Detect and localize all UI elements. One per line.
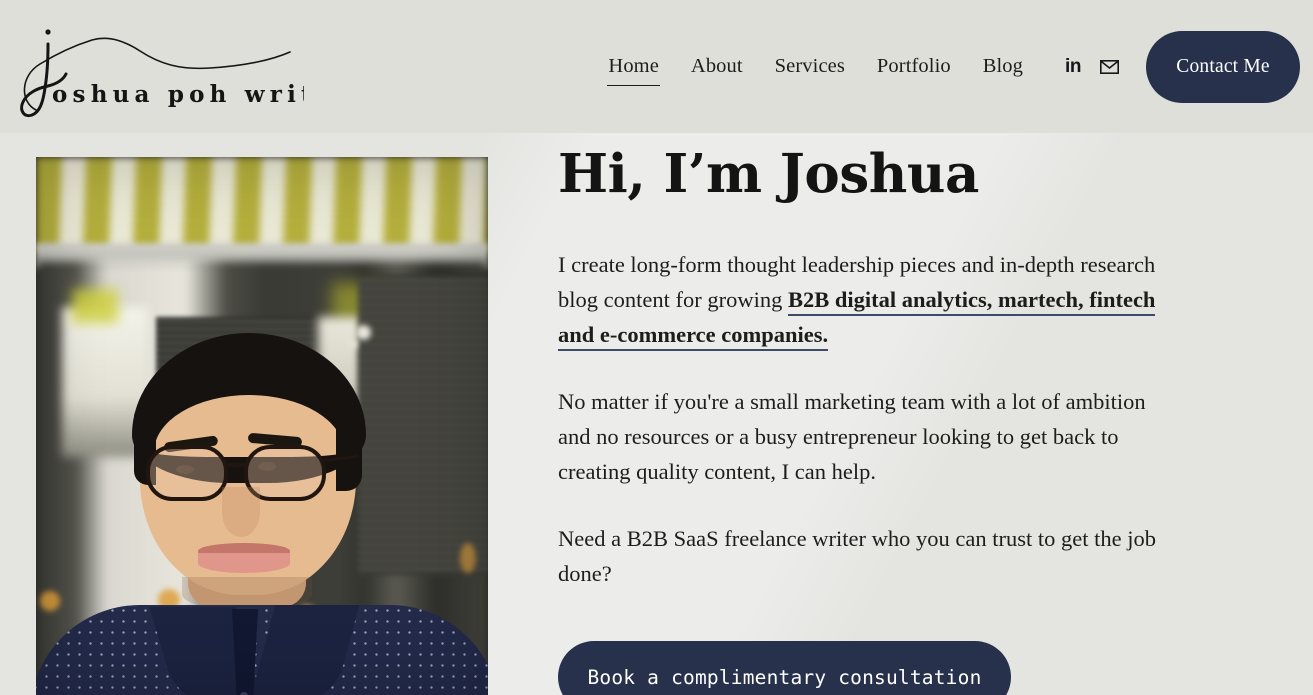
header-nav-cluster: Home About Services Portfolio Blog in Co… (592, 0, 1313, 133)
nav-item-about[interactable]: About (675, 56, 759, 77)
page-title: Hi, I’m Joshua (558, 143, 979, 205)
hero-paragraph-1: I create long-form thought leadership pi… (558, 247, 1178, 352)
email-icon[interactable] (1094, 52, 1124, 82)
social-links: in (1058, 52, 1124, 82)
portrait-scene (36, 157, 488, 695)
linkedin-glyph-text: in (1065, 56, 1081, 77)
portrait-nose (222, 487, 260, 537)
logo-wordmark-icon: oshua poh writes (14, 18, 304, 120)
photo-bokeh-light (348, 339, 358, 349)
photo-bokeh-light (460, 543, 476, 573)
hero-cta-wrap: Book a complimentary consultation (558, 641, 1198, 695)
nav-item-portfolio[interactable]: Portfolio (861, 56, 967, 77)
book-consultation-button[interactable]: Book a complimentary consultation (558, 641, 1011, 695)
linkedin-icon[interactable]: in (1058, 52, 1088, 82)
primary-nav: Home About Services Portfolio Blog (592, 56, 1039, 86)
hero-portrait-photo (36, 157, 488, 695)
nav-item-services[interactable]: Services (759, 56, 861, 77)
glasses-bridge (228, 463, 246, 467)
glasses-lens-left (146, 445, 228, 501)
svg-text:oshua poh writes: oshua poh writes (52, 81, 304, 108)
contact-me-button[interactable]: Contact Me (1146, 30, 1300, 103)
hero-copy: Hi, I’m Joshua I create long-form though… (558, 143, 1198, 695)
photo-bg-slats-right (358, 275, 488, 575)
hero-section: Hi, I’m Joshua I create long-form though… (0, 133, 1313, 695)
photo-bokeh-light (40, 591, 60, 611)
photo-bg-ceiling (36, 157, 488, 253)
hero-paragraph-2: No matter if you're a small marketing te… (558, 388, 1146, 485)
nav-item-home[interactable]: Home (592, 56, 675, 86)
photo-bg-green-left (72, 289, 118, 323)
site-logo[interactable]: oshua poh writes (14, 18, 304, 120)
hero-paragraph-3: Need a B2B SaaS freelance writer who you… (558, 526, 1156, 587)
photo-bokeh-light (356, 325, 371, 340)
portrait-lip-lower (198, 553, 290, 573)
site-header: oshua poh writes Home About Services Por… (0, 0, 1313, 133)
portrait-shirt-button (239, 691, 249, 695)
nav-item-blog[interactable]: Blog (967, 56, 1039, 77)
